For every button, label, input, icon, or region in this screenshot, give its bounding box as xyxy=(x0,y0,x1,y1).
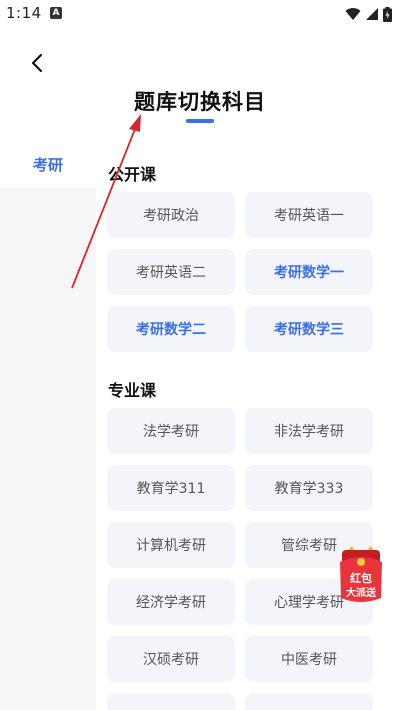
subject-chip[interactable]: 法学考研 xyxy=(107,408,235,454)
sidebar-item-kaoyan[interactable]: 考研 xyxy=(0,140,96,188)
subject-chip[interactable]: 非法学考研 xyxy=(245,408,373,454)
red-packet-floating-button[interactable]: 红包 大派送 xyxy=(338,544,384,604)
signal-icon xyxy=(366,8,378,20)
status-icons xyxy=(345,6,392,22)
wifi-icon xyxy=(345,8,361,20)
red-packet-label-line2: 大派送 xyxy=(346,588,376,599)
subject-chip[interactable]: 汉硕考研 xyxy=(107,636,235,682)
subject-chip[interactable]: 考研政治 xyxy=(107,192,235,238)
back-button[interactable] xyxy=(22,48,52,78)
subject-chip[interactable]: 教育学311 xyxy=(107,465,235,511)
subject-chip-selected[interactable]: 考研数学一 xyxy=(245,249,373,295)
section-title-professional: 专业课 xyxy=(108,381,157,400)
subject-chip[interactable]: 考研英语二 xyxy=(107,249,235,295)
section-title-public: 公开课 xyxy=(108,165,157,184)
subject-chip-selected[interactable]: 考研数学二 xyxy=(107,306,235,352)
category-sidebar: 考研 xyxy=(0,140,96,710)
subject-chip[interactable]: 教育学333 xyxy=(245,465,373,511)
battery-icon xyxy=(383,6,392,22)
subject-chip[interactable]: 计算机考研 xyxy=(107,522,235,568)
status-time: 1:14 xyxy=(6,4,42,22)
subject-chip[interactable]: 考研英语一 xyxy=(245,192,373,238)
title-underline xyxy=(186,119,214,123)
app-notification-icon: A xyxy=(50,7,62,19)
subject-chip-selected[interactable]: 考研数学三 xyxy=(245,306,373,352)
status-bar: 1:14 A xyxy=(0,0,400,28)
subject-chip[interactable]: 中医考研 xyxy=(245,636,373,682)
subject-chip[interactable]: 经济学考研 xyxy=(107,579,235,625)
chevron-left-icon xyxy=(31,53,43,73)
subject-chip-partial[interactable] xyxy=(107,693,235,710)
subject-chip-partial[interactable] xyxy=(245,693,373,710)
page-title: 题库切换科目 xyxy=(134,90,266,114)
